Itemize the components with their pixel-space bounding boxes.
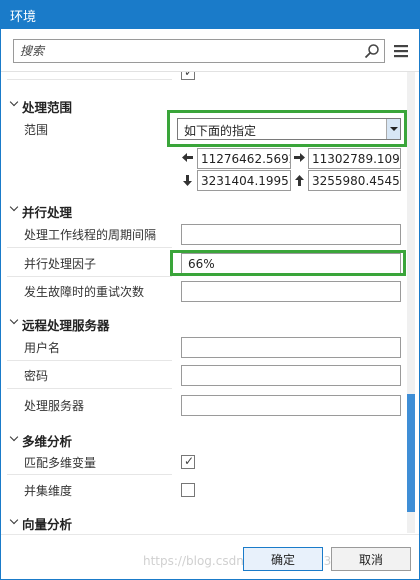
title-bar: 环境 xyxy=(1,1,419,29)
section-title-remote[interactable]: 远程处理服务器 xyxy=(22,315,110,334)
highlight-extent xyxy=(167,110,407,147)
row-divider xyxy=(7,474,172,475)
extent-bottom-field[interactable] xyxy=(197,170,291,191)
retries-label: 发生故障时的重试次数 xyxy=(24,285,145,299)
arrow-down-icon xyxy=(183,175,192,186)
partial-row-checkbox[interactable]: ✓ xyxy=(181,71,195,80)
processing-server-field[interactable] xyxy=(181,395,401,416)
environment-panel: ✓ 处理范围 范围 如下面的指定 并行处理 xyxy=(1,71,419,533)
retries-field[interactable] xyxy=(181,281,401,302)
highlight-parallel-factor xyxy=(170,250,406,276)
check-icon: ✓ xyxy=(184,454,195,468)
section-title-processing-extent[interactable]: 处理范围 xyxy=(22,97,72,116)
union-dims-label: 并集维度 xyxy=(24,484,73,498)
search-icon[interactable] xyxy=(364,43,380,59)
parallel-factor-label: 并行处理因子 xyxy=(24,257,97,271)
row-divider xyxy=(7,247,172,248)
extent-left-field[interactable] xyxy=(197,148,291,169)
arrow-up-icon xyxy=(295,175,304,186)
row-divider xyxy=(7,360,172,361)
union-dims-checkbox[interactable] xyxy=(181,483,195,497)
extent-label: 范围 xyxy=(24,123,49,137)
check-icon: ✓ xyxy=(184,71,195,79)
extent-top-field[interactable] xyxy=(308,170,401,191)
cancel-button[interactable]: 取消 xyxy=(331,547,411,571)
username-label: 用户名 xyxy=(24,341,61,355)
scrollbar-thumb[interactable] xyxy=(407,394,415,512)
match-vars-label: 匹配多维变量 xyxy=(24,456,97,470)
chevron-down-icon[interactable] xyxy=(9,202,19,212)
chevron-down-icon[interactable] xyxy=(9,97,19,107)
cycle-interval-label: 处理工作线程的周期间隔 xyxy=(24,228,157,242)
arrow-left-icon xyxy=(182,153,193,162)
row-divider xyxy=(7,79,172,80)
section-title-parallel[interactable]: 并行处理 xyxy=(22,202,72,221)
cycle-interval-field[interactable] xyxy=(181,224,401,245)
username-field[interactable] xyxy=(181,337,401,358)
section-title-vector[interactable]: 向量分析 xyxy=(22,514,72,533)
processing-server-label: 处理服务器 xyxy=(24,399,85,413)
dialog-footer: https://blog.csdn.net/weixin_43596225 确定… xyxy=(1,534,419,579)
search-input[interactable] xyxy=(14,40,354,62)
window-title: 环境 xyxy=(10,10,37,25)
password-label: 密码 xyxy=(24,369,49,383)
password-field[interactable] xyxy=(181,365,401,386)
match-vars-checkbox[interactable]: ✓ xyxy=(181,454,195,469)
search-box xyxy=(13,39,385,63)
chevron-down-icon[interactable] xyxy=(9,315,19,325)
section-title-multidim[interactable]: 多维分析 xyxy=(22,431,72,450)
chevron-down-icon[interactable] xyxy=(9,432,19,442)
ok-button[interactable]: 确定 xyxy=(243,547,323,571)
arrow-right-icon xyxy=(294,153,305,162)
row-divider xyxy=(7,276,172,277)
menu-icon[interactable] xyxy=(393,43,409,59)
extent-right-field[interactable] xyxy=(308,148,401,169)
chevron-down-icon[interactable] xyxy=(9,515,19,525)
row-divider xyxy=(7,388,172,389)
environments-dialog: 环境 ✓ 处理范围 范围 如下面的指定 xyxy=(0,0,420,580)
